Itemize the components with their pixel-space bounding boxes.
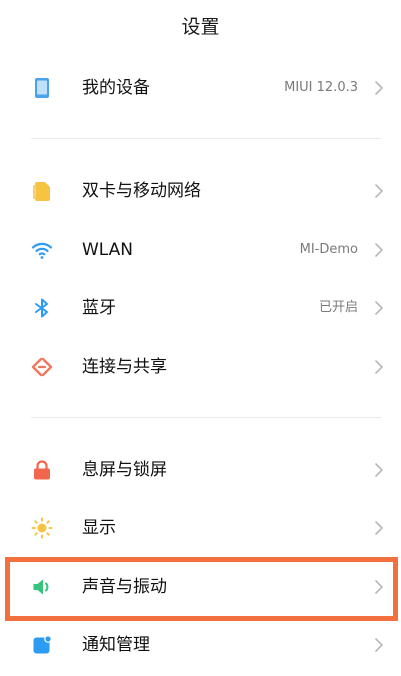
bluetooth-icon <box>35 298 48 318</box>
wifi-icon <box>31 242 53 259</box>
chevron-right-icon <box>375 243 383 257</box>
settings-item-lock-screen[interactable]: 息屏与锁屏 <box>0 441 401 499</box>
sim-card-icon <box>33 182 50 201</box>
settings-item-label: WLAN <box>82 240 134 260</box>
settings-item-display[interactable]: 显示 <box>0 499 401 557</box>
settings-item-bluetooth[interactable]: 蓝牙 已开启 <box>0 279 401 337</box>
device-icon <box>35 78 49 98</box>
page-title: 设置 <box>181 16 220 38</box>
settings-item-label: 连接与共享 <box>82 357 167 377</box>
settings-item-value: MIUI 12.0.3 <box>284 80 358 95</box>
chevron-right-icon <box>375 580 383 594</box>
section-divider <box>31 417 381 418</box>
settings-item-label: 蓝牙 <box>82 298 116 318</box>
settings-item-label: 通知管理 <box>82 635 150 655</box>
settings-item-label: 息屏与锁屏 <box>82 460 167 480</box>
settings-item-value: 已开启 <box>318 300 358 315</box>
chevron-right-icon <box>375 638 383 652</box>
settings-item-label: 我的设备 <box>82 78 150 98</box>
section-divider <box>31 138 381 139</box>
lock-icon <box>34 460 50 480</box>
speaker-icon <box>33 579 49 595</box>
settings-item-label: 声音与振动 <box>82 577 167 597</box>
chevron-right-icon <box>375 301 383 315</box>
settings-item-sound-vibration[interactable]: 声音与振动 <box>0 558 401 616</box>
settings-item-notification-management[interactable]: 通知管理 <box>0 616 401 674</box>
settings-item-my-device[interactable]: 我的设备 MIUI 12.0.3 <box>0 59 401 117</box>
chevron-right-icon <box>375 521 383 535</box>
settings-item-connection-sharing[interactable]: 连接与共享 <box>0 338 401 396</box>
settings-item-value: MI-Demo <box>299 242 358 257</box>
settings-item-wlan[interactable]: WLAN MI-Demo <box>0 221 401 279</box>
brightness-icon <box>31 517 53 539</box>
settings-item-label: 显示 <box>82 518 116 538</box>
chevron-right-icon <box>375 184 383 198</box>
settings-item-dual-sim-mobile-network[interactable]: 双卡与移动网络 <box>0 162 401 220</box>
settings-item-label: 双卡与移动网络 <box>82 181 201 201</box>
chevron-right-icon <box>375 81 383 95</box>
connection-sharing-icon <box>31 357 53 377</box>
notification-icon <box>33 635 52 654</box>
chevron-right-icon <box>375 463 383 477</box>
chevron-right-icon <box>375 360 383 374</box>
